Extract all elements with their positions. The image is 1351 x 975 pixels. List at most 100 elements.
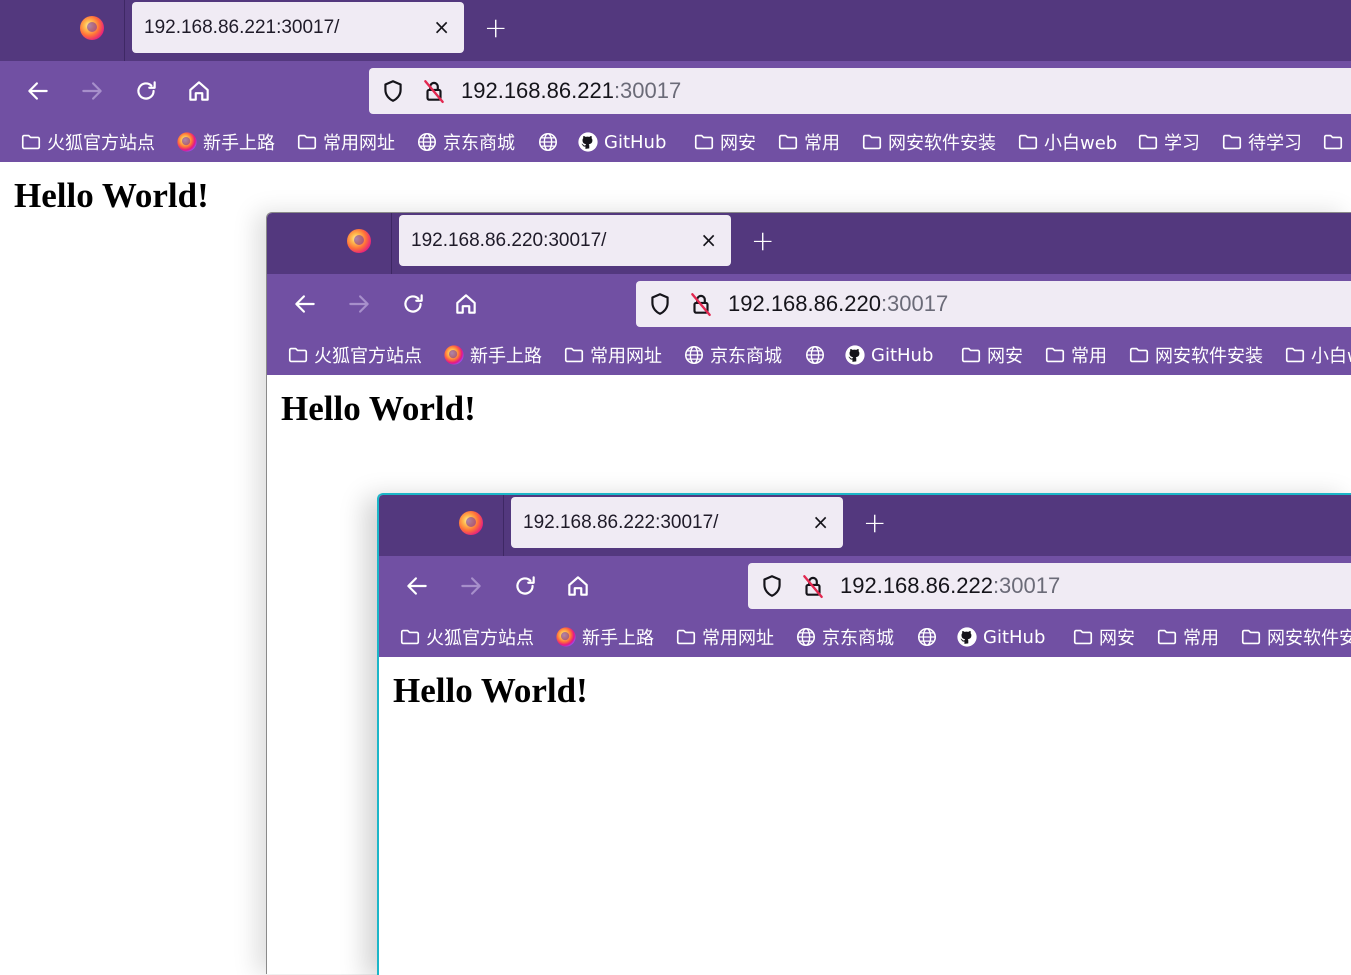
bookmark-item[interactable]	[916, 625, 943, 649]
tab-title: 192.168.86.220:30017/	[411, 230, 607, 251]
firefox-menu-slot[interactable]	[379, 495, 504, 556]
bookmark-item[interactable]: 小白web	[1284, 343, 1351, 367]
bookmark-item[interactable]: 小白web	[1017, 130, 1117, 154]
navigation-toolbar: 192.168.86.222:30017	[379, 556, 1351, 616]
folder-icon	[961, 347, 981, 363]
url-text[interactable]: 192.168.86.222:30017	[840, 573, 1060, 599]
active-tab[interactable]: 192.168.86.220:30017/ ×	[399, 215, 731, 266]
bookmark-item[interactable]	[804, 343, 831, 367]
globe-icon	[796, 627, 816, 647]
url-bar[interactable]: 192.168.86.220:30017	[636, 281, 1351, 327]
bookmark-item[interactable]: 火狐官方站点	[287, 343, 422, 367]
url-bar[interactable]: 192.168.86.222:30017	[748, 563, 1351, 609]
bookmark-item[interactable]: 学习	[1137, 130, 1200, 154]
url-bar[interactable]: 192.168.86.221:30017	[369, 68, 1351, 114]
bookmark-item[interactable]: 新手上路	[555, 625, 654, 649]
navigation-toolbar: 192.168.86.220:30017	[267, 274, 1351, 334]
insecure-lock-icon[interactable]	[421, 78, 447, 104]
bookmark-item[interactable]: 网安	[693, 130, 756, 154]
url-text[interactable]: 192.168.86.221:30017	[461, 78, 681, 104]
bookmark-label: 网安软件安装	[1155, 346, 1263, 367]
bookmark-item[interactable]: 常用网址	[296, 130, 395, 154]
folder-icon	[1138, 134, 1158, 150]
firefox-menu-slot[interactable]	[0, 0, 125, 61]
url-text[interactable]: 192.168.86.220:30017	[728, 291, 948, 317]
bookmark-item[interactable]: 京东商城	[683, 343, 782, 367]
bookmark-item[interactable]: 火狐官方站点	[20, 130, 155, 154]
bookmark-label: 网安	[987, 346, 1023, 367]
back-button[interactable]	[20, 73, 56, 109]
folder-icon	[1241, 629, 1261, 645]
reload-icon	[137, 81, 156, 100]
bookmark-item[interactable]	[537, 130, 564, 154]
bookmark-label: 京东商城	[822, 628, 894, 649]
back-button[interactable]	[399, 568, 435, 604]
insecure-lock-icon[interactable]	[800, 573, 826, 599]
page-heading: Hello World!	[14, 176, 209, 215]
bookmark-item[interactable]: 常用	[1156, 625, 1219, 649]
page-heading: Hello World!	[393, 671, 588, 710]
bookmark-label: 常用网址	[702, 628, 774, 649]
bookmark-item[interactable]: 网安	[960, 343, 1023, 367]
bookmark-item[interactable]: 网安软件安装	[1240, 625, 1351, 649]
insecure-lock-icon[interactable]	[688, 291, 714, 317]
url-port: :30017	[992, 573, 1061, 598]
forward-button[interactable]	[341, 286, 377, 322]
bookmark-item[interactable]: 常用网址	[675, 625, 774, 649]
bookmark-item[interactable]	[1322, 130, 1349, 154]
new-tab-button[interactable]: +	[751, 225, 774, 257]
bookmarks-toolbar: 火狐官方站点 新手上路 常用网址 京东商城 GitHub 网安 常用 网安软件安装 小白web 学…	[0, 121, 1351, 162]
firefox-logo-icon	[347, 229, 371, 253]
bookmark-item[interactable]: 网安软件安装	[861, 130, 996, 154]
bookmark-item[interactable]: 常用	[777, 130, 840, 154]
bookmark-item[interactable]: GitHub	[956, 625, 1045, 649]
firefox-menu-slot[interactable]	[267, 213, 392, 274]
new-tab-button[interactable]: +	[863, 507, 886, 539]
bookmark-item[interactable]: 常用网址	[563, 343, 662, 367]
bookmark-label: 网安软件安装	[1267, 628, 1351, 649]
bookmark-item[interactable]: 待学习	[1221, 130, 1302, 154]
bookmark-item[interactable]: 京东商城	[795, 625, 894, 649]
bookmark-item[interactable]: GitHub	[844, 343, 933, 367]
bookmark-label: 火狐官方站点	[314, 346, 422, 367]
bookmark-item[interactable]: 火狐官方站点	[399, 625, 534, 649]
tracking-shield-icon[interactable]	[647, 291, 673, 317]
folder-icon	[21, 134, 41, 150]
forward-button[interactable]	[453, 568, 489, 604]
url-port: :30017	[613, 78, 682, 103]
tracking-shield-icon[interactable]	[380, 78, 406, 104]
bookmark-label: 常用	[1183, 628, 1219, 649]
bookmark-label: 学习	[1164, 133, 1200, 154]
forward-button[interactable]	[74, 73, 110, 109]
github-icon	[578, 132, 598, 152]
browser-window-222[interactable]: 192.168.86.222:30017/ × + 192.168.86.222…	[377, 493, 1351, 975]
home-button[interactable]	[181, 73, 217, 109]
back-button[interactable]	[287, 286, 323, 322]
reload-button[interactable]	[507, 568, 543, 604]
active-tab[interactable]: 192.168.86.221:30017/ ×	[132, 2, 464, 53]
tab-close-icon[interactable]: ×	[700, 227, 717, 253]
url-host: 192.168.86.221	[461, 78, 614, 103]
bookmark-label: 常用网址	[323, 133, 395, 154]
bookmark-item[interactable]: 常用	[1044, 343, 1107, 367]
bookmark-label: 网安	[1099, 628, 1135, 649]
tab-close-icon[interactable]: ×	[433, 14, 450, 40]
bookmark-item[interactable]: 网安软件安装	[1128, 343, 1263, 367]
folder-icon	[564, 347, 584, 363]
reload-icon	[516, 576, 535, 595]
bookmark-item[interactable]: 京东商城	[416, 130, 515, 154]
home-button[interactable]	[560, 568, 596, 604]
bookmark-item[interactable]: GitHub	[577, 130, 666, 154]
reload-button[interactable]	[395, 286, 431, 322]
folder-icon	[778, 134, 798, 150]
active-tab[interactable]: 192.168.86.222:30017/ ×	[511, 497, 843, 548]
reload-button[interactable]	[128, 73, 164, 109]
bookmark-item[interactable]: 新手上路	[443, 343, 542, 367]
tab-close-icon[interactable]: ×	[812, 509, 829, 535]
bookmark-item[interactable]: 网安	[1072, 625, 1135, 649]
bookmark-label: 常用网址	[590, 346, 662, 367]
home-button[interactable]	[448, 286, 484, 322]
bookmark-item[interactable]: 新手上路	[176, 130, 275, 154]
tracking-shield-icon[interactable]	[759, 573, 785, 599]
new-tab-button[interactable]: +	[484, 12, 507, 44]
